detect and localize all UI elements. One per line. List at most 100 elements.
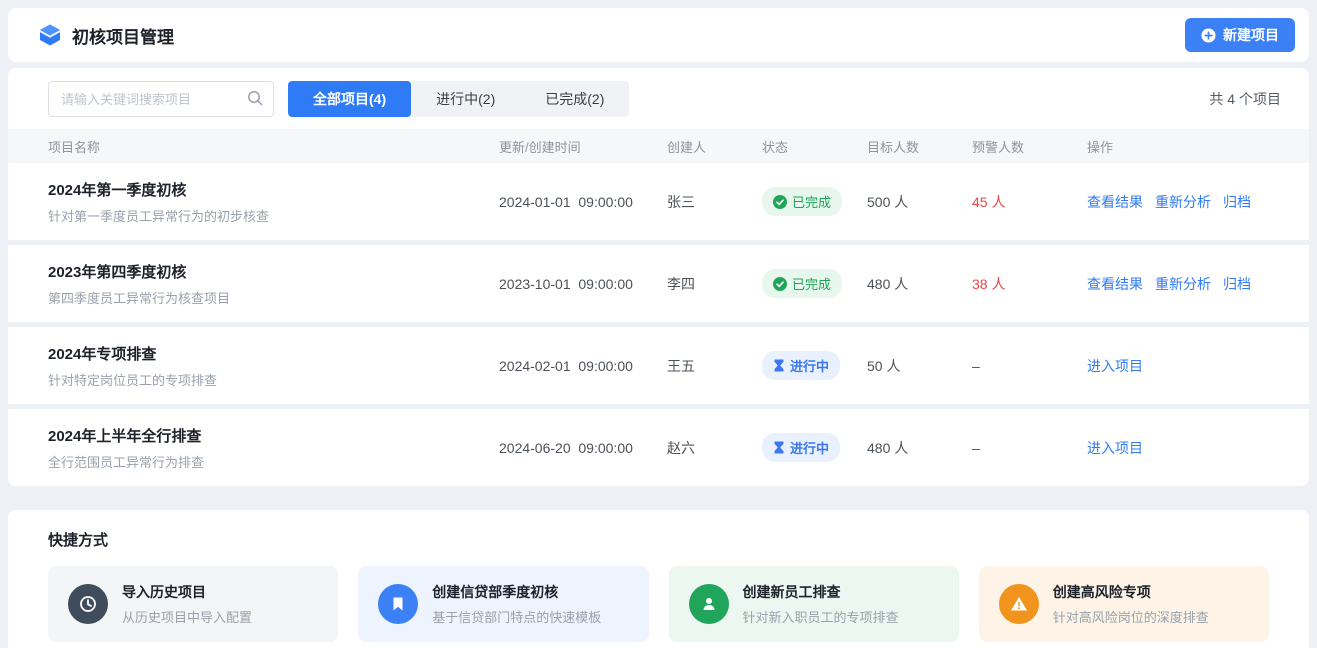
project-status-cell: 进行中 xyxy=(762,351,867,380)
project-status-cell: 进行中 xyxy=(762,433,867,462)
search-input[interactable] xyxy=(48,81,274,117)
project-creator: 王五 xyxy=(667,356,762,376)
shortcut-desc: 从历史项目中导入配置 xyxy=(122,607,252,626)
shortcut-title: 创建新员工排查 xyxy=(743,582,899,602)
project-time: 2024-02-01 09:00:00 xyxy=(499,358,667,374)
table-header: 项目名称 更新/创建时间 创建人 状态 目标人数 预警人数 操作 xyxy=(8,129,1309,163)
archive-link[interactable]: 归档 xyxy=(1223,274,1251,294)
project-time: 2024-01-01 09:00:00 xyxy=(499,194,667,210)
status-label: 已完成 xyxy=(792,274,831,293)
status-badge: 进行中 xyxy=(762,351,840,380)
reanalyze-link[interactable]: 重新分析 xyxy=(1155,192,1211,212)
view-results-link[interactable]: 查看结果 xyxy=(1087,274,1143,294)
shortcut-text: 创建高风险专项 针对高风险岗位的深度排查 xyxy=(1053,582,1209,626)
status-label: 已完成 xyxy=(792,192,831,211)
project-description: 第四季度员工异常行为核查项目 xyxy=(48,288,499,307)
archive-link[interactable]: 归档 xyxy=(1223,192,1251,212)
status-badge: 已完成 xyxy=(762,187,842,216)
section-gap xyxy=(8,486,1309,510)
shortcut-text: 创建信贷部季度初核 基于信贷部门特点的快速模板 xyxy=(432,582,601,626)
target-count: 50 人 xyxy=(867,356,972,376)
search-icon[interactable] xyxy=(246,89,264,107)
project-creator: 李四 xyxy=(667,274,762,294)
hourglass-icon xyxy=(773,359,785,372)
warning-icon xyxy=(999,584,1039,624)
shortcuts-panel: 快捷方式 导入历史项目 从历史项目中导入配置 创建信贷部季度初核 xyxy=(8,510,1309,648)
cube-icon xyxy=(38,23,62,47)
app-header: 初核项目管理 新建项目 xyxy=(8,8,1309,62)
tab-all-projects[interactable]: 全部项目(4) xyxy=(288,81,411,117)
shortcut-desc: 基于信贷部门特点的快速模板 xyxy=(432,607,601,626)
warning-count: – xyxy=(972,440,1087,456)
project-time: 2023-10-01 09:00:00 xyxy=(499,276,667,292)
project-title: 2024年上半年全行排查 xyxy=(48,425,499,446)
project-title: 2024年专项排查 xyxy=(48,343,499,364)
shortcuts-title: 快捷方式 xyxy=(48,529,1269,550)
project-status-cell: 已完成 xyxy=(762,269,867,298)
shortcut-text: 导入历史项目 从历史项目中导入配置 xyxy=(122,582,252,626)
table-row: 2024年第一季度初核 针对第一季度员工异常行为的初步核查 2024-01-01… xyxy=(8,163,1309,240)
shortcut-title: 创建高风险专项 xyxy=(1053,582,1209,602)
filter-tabs: 全部项目(4) 进行中(2) 已完成(2) xyxy=(288,81,629,117)
view-results-link[interactable]: 查看结果 xyxy=(1087,192,1143,212)
tab-completed[interactable]: 已完成(2) xyxy=(520,81,629,117)
total-count: 共 4 个项目 xyxy=(1209,89,1281,109)
shortcut-credit-dept-review[interactable]: 创建信贷部季度初核 基于信贷部门特点的快速模板 xyxy=(358,566,648,642)
project-description: 全行范围员工异常行为排查 xyxy=(48,452,499,471)
table-row: 2024年专项排查 针对特定岗位员工的专项排查 2024-02-01 09:00… xyxy=(8,327,1309,404)
target-count: 500 人 xyxy=(867,192,972,212)
project-time: 2024-06-20 09:00:00 xyxy=(499,440,667,456)
page-title: 初核项目管理 xyxy=(72,23,174,48)
search-box xyxy=(48,81,274,117)
warning-count: 38 人 xyxy=(972,274,1087,294)
check-circle-icon xyxy=(773,195,787,209)
shortcut-import-history[interactable]: 导入历史项目 从历史项目中导入配置 xyxy=(48,566,338,642)
table-row: 2023年第四季度初核 第四季度员工异常行为核查项目 2023-10-01 09… xyxy=(8,245,1309,322)
new-project-button[interactable]: 新建项目 xyxy=(1185,18,1295,52)
enter-project-link[interactable]: 进入项目 xyxy=(1087,356,1143,376)
target-count: 480 人 xyxy=(867,438,972,458)
row-actions: 进入项目 xyxy=(1087,356,1269,376)
warning-count: – xyxy=(972,358,1087,374)
tab-in-progress[interactable]: 进行中(2) xyxy=(411,81,520,117)
plus-circle-icon xyxy=(1201,28,1216,43)
project-description: 针对第一季度员工异常行为的初步核查 xyxy=(48,206,499,225)
clock-icon xyxy=(68,584,108,624)
shortcut-title: 创建信贷部季度初核 xyxy=(432,582,601,602)
column-header-time: 更新/创建时间 xyxy=(499,137,667,156)
target-count: 480 人 xyxy=(867,274,972,294)
shortcut-title: 导入历史项目 xyxy=(122,582,252,602)
user-icon xyxy=(689,584,729,624)
project-list-panel: 全部项目(4) 进行中(2) 已完成(2) 共 4 个项目 项目名称 更新/创建… xyxy=(8,68,1309,486)
column-header-warning: 预警人数 xyxy=(972,137,1087,156)
column-header-name: 项目名称 xyxy=(48,137,499,156)
shortcut-high-risk-special[interactable]: 创建高风险专项 针对高风险岗位的深度排查 xyxy=(979,566,1269,642)
check-circle-icon xyxy=(773,277,787,291)
shortcut-desc: 针对高风险岗位的深度排查 xyxy=(1053,607,1209,626)
shortcut-desc: 针对新入职员工的专项排查 xyxy=(743,607,899,626)
shortcut-new-employee-check[interactable]: 创建新员工排查 针对新入职员工的专项排查 xyxy=(669,566,959,642)
reanalyze-link[interactable]: 重新分析 xyxy=(1155,274,1211,294)
column-header-actions: 操作 xyxy=(1087,137,1269,156)
shortcut-cards: 导入历史项目 从历史项目中导入配置 创建信贷部季度初核 基于信贷部门特点的快速模… xyxy=(48,566,1269,642)
project-creator: 赵六 xyxy=(667,438,762,458)
column-header-target: 目标人数 xyxy=(867,137,972,156)
row-actions: 查看结果 重新分析 归档 xyxy=(1087,192,1269,212)
project-status-cell: 已完成 xyxy=(762,187,867,216)
enter-project-link[interactable]: 进入项目 xyxy=(1087,438,1143,458)
column-header-creator: 创建人 xyxy=(667,137,762,156)
project-title: 2024年第一季度初核 xyxy=(48,179,499,200)
status-badge: 进行中 xyxy=(762,433,840,462)
table-row: 2024年上半年全行排查 全行范围员工异常行为排查 2024-06-20 09:… xyxy=(8,409,1309,486)
new-project-button-label: 新建项目 xyxy=(1223,25,1279,45)
shortcut-text: 创建新员工排查 针对新入职员工的专项排查 xyxy=(743,582,899,626)
row-actions: 进入项目 xyxy=(1087,438,1269,458)
toolbar: 全部项目(4) 进行中(2) 已完成(2) 共 4 个项目 xyxy=(8,68,1309,129)
project-creator: 张三 xyxy=(667,192,762,212)
project-name-cell: 2024年专项排查 针对特定岗位员工的专项排查 xyxy=(48,343,499,389)
column-header-status: 状态 xyxy=(762,137,867,156)
project-name-cell: 2023年第四季度初核 第四季度员工异常行为核查项目 xyxy=(48,261,499,307)
status-label: 进行中 xyxy=(790,438,829,457)
project-name-cell: 2024年第一季度初核 针对第一季度员工异常行为的初步核查 xyxy=(48,179,499,225)
project-description: 针对特定岗位员工的专项排查 xyxy=(48,370,499,389)
